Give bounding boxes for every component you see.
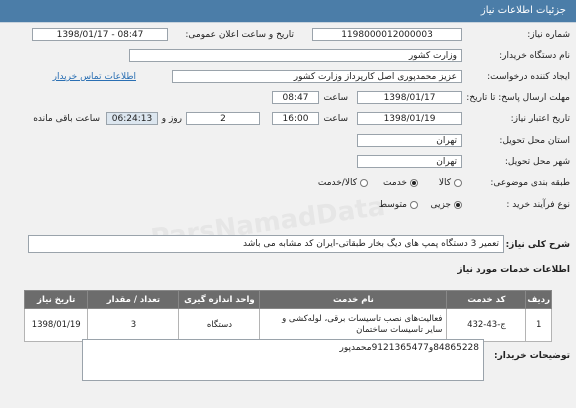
details-panel: ParsNamadData شماره نیاز: 11980000120000…	[0, 22, 576, 408]
col-unit: واحد اندازه گیری	[178, 290, 261, 309]
validity-date-field[interactable]: 1398/01/19	[357, 112, 462, 125]
remaining-time-field: 06:24:13	[106, 112, 158, 125]
col-qty: تعداد / مقدار	[87, 290, 180, 309]
reply-time-label: ساعت	[323, 93, 349, 103]
province-label: استان محل تحویل:	[499, 136, 570, 146]
days-label: روز و	[161, 114, 182, 124]
process-label: نوع فرآیند خرید :	[506, 200, 570, 210]
category-option-service[interactable]: خدمت	[383, 178, 418, 188]
category-option-goods[interactable]: کالا	[439, 178, 462, 188]
buyer-label: نام دستگاه خریدار:	[499, 51, 570, 61]
need-details-page: جزئیات اطلاعات نیاز ParsNamadData شماره …	[0, 0, 576, 408]
services-section-title: اطلاعات خدمات مورد نیاز	[457, 265, 570, 275]
buyer-notes-label: توضیحات خریدار:	[494, 351, 570, 361]
process-option-medium[interactable]: متوسط	[379, 200, 418, 210]
creator-label: ایجاد کننده درخواست:	[487, 72, 570, 82]
category-goods-service-label: کالا/خدمت	[317, 178, 357, 188]
buyer-field[interactable]: وزارت کشور	[129, 49, 462, 62]
table-row: 1 ج-43-432 فعالیت‌های نصب تاسیسات برقی، …	[23, 308, 552, 342]
cell-index: 1	[525, 308, 552, 342]
category-goods-label: کالا	[438, 178, 451, 188]
city-label: شهر محل تحویل:	[504, 157, 570, 167]
city-field[interactable]: تهران	[357, 155, 462, 168]
summary-field[interactable]: تعمیر 3 دستگاه پمپ های دیگ بخار طبقاتی-ا…	[28, 235, 504, 253]
category-option-goods-service[interactable]: کالا/خدمت	[318, 178, 368, 188]
services-header-row: ردیف کد خدمت نام خدمت واحد اندازه گیری ت…	[23, 290, 552, 309]
validity-time-field[interactable]: 16:00	[272, 112, 319, 125]
radio-medium[interactable]	[410, 201, 418, 209]
need-number-label: شماره نیاز:	[527, 30, 570, 40]
cell-code: ج-43-432	[446, 308, 527, 342]
validity-label: تاریخ اعتبار نیاز:	[510, 114, 570, 124]
col-name: نام خدمت	[259, 290, 448, 309]
cell-qty: 3	[87, 308, 180, 342]
col-date: تاریخ نیاز	[23, 290, 89, 309]
page-header: جزئیات اطلاعات نیاز	[0, 0, 576, 22]
province-field[interactable]: تهران	[357, 134, 462, 147]
radio-service[interactable]	[410, 179, 418, 187]
validity-time-label: ساعت	[323, 114, 349, 124]
col-index: ردیف	[525, 290, 552, 309]
reply-time-field[interactable]: 08:47	[272, 91, 319, 104]
process-option-minor[interactable]: جزیی	[430, 200, 462, 210]
remaining-label: ساعت باقی مانده	[33, 114, 100, 124]
radio-goods[interactable]	[454, 179, 462, 187]
category-label: طبقه بندی موضوعی:	[490, 178, 570, 188]
col-code: کد خدمت	[446, 290, 527, 309]
services-table: ردیف کد خدمت نام خدمت واحد اندازه گیری ت…	[23, 290, 552, 342]
reply-deadline-label: مهلت ارسال پاسخ: تا تاریخ:	[466, 93, 570, 103]
cell-name: فعالیت‌های نصب تاسیسات برقی، لوله‌کشی و …	[259, 308, 448, 342]
announce-label: تاریخ و ساعت اعلان عمومی:	[185, 30, 294, 40]
need-number-field[interactable]: 1198000012000003	[312, 28, 462, 41]
summary-label: شرح کلی نیاز:	[505, 240, 570, 250]
cell-unit: دستگاه	[178, 308, 261, 342]
process-medium-label: متوسط	[378, 200, 407, 210]
reply-date-field[interactable]: 1398/01/17	[357, 91, 462, 104]
radio-minor[interactable]	[454, 201, 462, 209]
cell-date: 1398/01/19	[23, 308, 89, 342]
creator-field[interactable]: عزیز محمدپوری اصل کارپرداز وزارت کشور	[172, 70, 462, 83]
category-service-label: خدمت	[383, 178, 407, 188]
days-field[interactable]: 2	[186, 112, 260, 125]
announce-field[interactable]: 1398/01/17 - 08:47	[32, 28, 168, 41]
buyer-contact-link[interactable]: اطلاعات تماس خریدار	[53, 72, 136, 82]
radio-goods-service[interactable]	[360, 179, 368, 187]
buyer-notes-field[interactable]: 84865228و9121365477محمدپور	[82, 339, 484, 381]
page-title: جزئیات اطلاعات نیاز	[480, 5, 566, 16]
process-minor-label: جزیی	[430, 200, 451, 210]
